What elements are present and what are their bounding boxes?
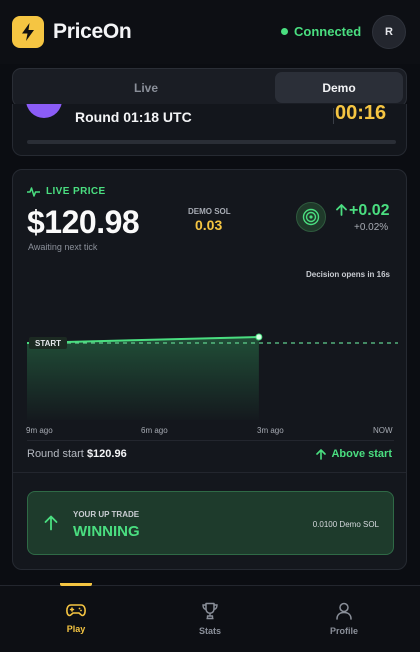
target-icon [302,208,320,226]
pulse-icon [27,186,40,197]
price-chart: START [26,333,398,420]
price-change-percent: +0.02% [354,222,389,233]
price-change: +0.02 [336,202,389,220]
live-price-label: LIVE PRICE [46,186,106,197]
x-axis-label-3m: 3m ago [257,426,284,435]
round-label: Round 01:18 UTC [75,109,192,125]
nav-play[interactable]: Play [46,602,106,634]
app-brand: PriceOn [53,20,132,43]
chart-area [27,337,259,420]
current-price: $120.98 [27,204,140,240]
gamepad-icon [66,604,86,617]
start-marker-label: START [35,339,61,348]
x-axis-label-9m: 9m ago [26,426,53,435]
connection-status: Connected [281,24,361,39]
chart-latest-point [255,333,263,341]
nav-stats-label: Stats [198,626,221,636]
price-card: LIVE PRICE $120.98 Awaiting next tick DE… [12,169,407,570]
arrow-up-icon [316,448,327,460]
round-start-price: $120.96 [86,448,127,460]
round-progress-track [27,140,396,144]
tick-status: Awaiting next tick [28,242,98,252]
connection-status-label: Connected [294,24,362,39]
demo-sol-label: DEMO SOL [188,207,231,216]
app-header: PriceOn Connected R [0,0,420,64]
nav-active-indicator [60,583,92,586]
trophy-icon [202,602,218,620]
card-divider [13,472,406,473]
direction-indicator: Above start [316,448,392,460]
trade-label: YOUR UP TRADE [73,510,140,519]
nav-play-label: Play [66,624,86,634]
card-divider [27,440,394,441]
x-axis-label-6m: 6m ago [141,426,168,435]
tab-demo[interactable]: Demo [275,72,403,103]
status-dot-icon [281,28,288,35]
trade-status-card[interactable]: YOUR UP TRADE WINNING 0.0100 Demo SOL [27,491,394,555]
lightning-icon [22,23,34,41]
demo-sol-value: 0.03 [195,217,223,233]
price-change-value: +0.02 [349,202,390,219]
trade-status: WINNING [73,523,140,540]
trade-amount: 0.0100 Demo SOL [312,520,379,529]
target-button[interactable] [296,202,326,232]
live-price-header: LIVE PRICE [27,186,106,197]
bottom-nav: Play Stats Profile [0,583,420,652]
app-logo[interactable] [12,16,44,48]
user-icon [336,602,352,620]
round-timer: 00:16 [335,104,387,124]
round-card: Round 01:18 UTC 00:16 [12,104,407,156]
nav-stats[interactable]: Stats [180,602,240,636]
mode-toggle: Live Demo [12,68,407,107]
nav-profile[interactable]: Profile [314,602,374,636]
tab-live[interactable]: Live [16,72,276,103]
arrow-up-icon [336,204,347,216]
decision-countdown: Decision opens in 16s [305,270,390,279]
round-avatar-icon [26,104,62,118]
round-start-summary: Round start $120.96 [27,448,127,460]
direction-label: Above start [331,448,392,460]
nav-profile-label: Profile [329,626,358,636]
x-axis-label-now: NOW [373,426,393,435]
arrow-up-icon [44,515,58,531]
avatar[interactable]: R [372,15,406,49]
round-start-label: Round start [27,448,84,460]
round-divider [333,108,334,124]
